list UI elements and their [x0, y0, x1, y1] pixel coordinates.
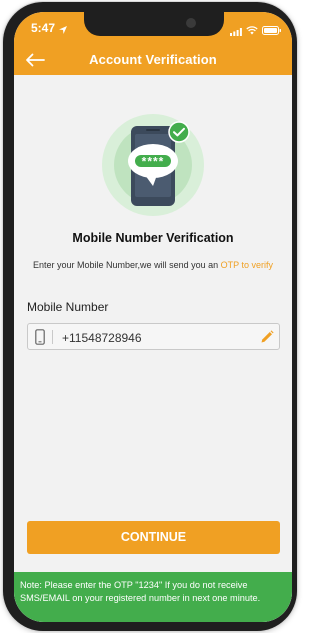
phone-frame: 5:47 Account Verification **** Mobile Nu…: [3, 2, 297, 631]
back-button[interactable]: [21, 49, 47, 71]
otp-highlight: OTP: [220, 260, 239, 270]
app-header: 5:47 Account Verification: [14, 12, 292, 75]
status-time: 5:47: [31, 21, 56, 35]
verification-description: Enter your Mobile Number,we will send yo…: [28, 258, 278, 272]
otp-mask-text: ****: [142, 155, 165, 169]
device-notch: [84, 12, 224, 36]
description-suffix: to verify: [238, 260, 273, 270]
mobile-number-field: [27, 323, 280, 350]
camera-icon: [186, 18, 196, 28]
description-text: Enter your Mobile Number,we will send yo…: [33, 260, 221, 270]
signal-icon: [230, 23, 242, 41]
continue-button[interactable]: CONTINUE: [27, 521, 280, 554]
mobile-number-input[interactable]: [62, 330, 252, 345]
battery-icon: [262, 22, 282, 40]
field-divider: [52, 330, 53, 344]
app-screen: 5:47 Account Verification **** Mobile Nu…: [14, 12, 292, 622]
main-content: **** Mobile Number Verification Enter yo…: [14, 75, 292, 622]
pencil-edit-icon[interactable]: [260, 330, 274, 349]
page-title: Account Verification: [89, 52, 217, 67]
status-bar: 5:47: [14, 12, 292, 40]
mobile-number-label: Mobile Number: [27, 300, 109, 314]
mobile-phone-icon: [35, 329, 45, 350]
verification-heading: Mobile Number Verification: [72, 231, 234, 245]
location-arrow-icon: [59, 21, 67, 39]
otp-note-banner: Note: Please enter the OTP "1234" If you…: [14, 572, 292, 622]
otp-note-text: Note: Please enter the OTP "1234" If you…: [20, 580, 261, 603]
wifi-icon: [246, 22, 258, 40]
phone-otp-illustration: ****: [102, 113, 208, 217]
check-badge-icon: [168, 121, 190, 143]
